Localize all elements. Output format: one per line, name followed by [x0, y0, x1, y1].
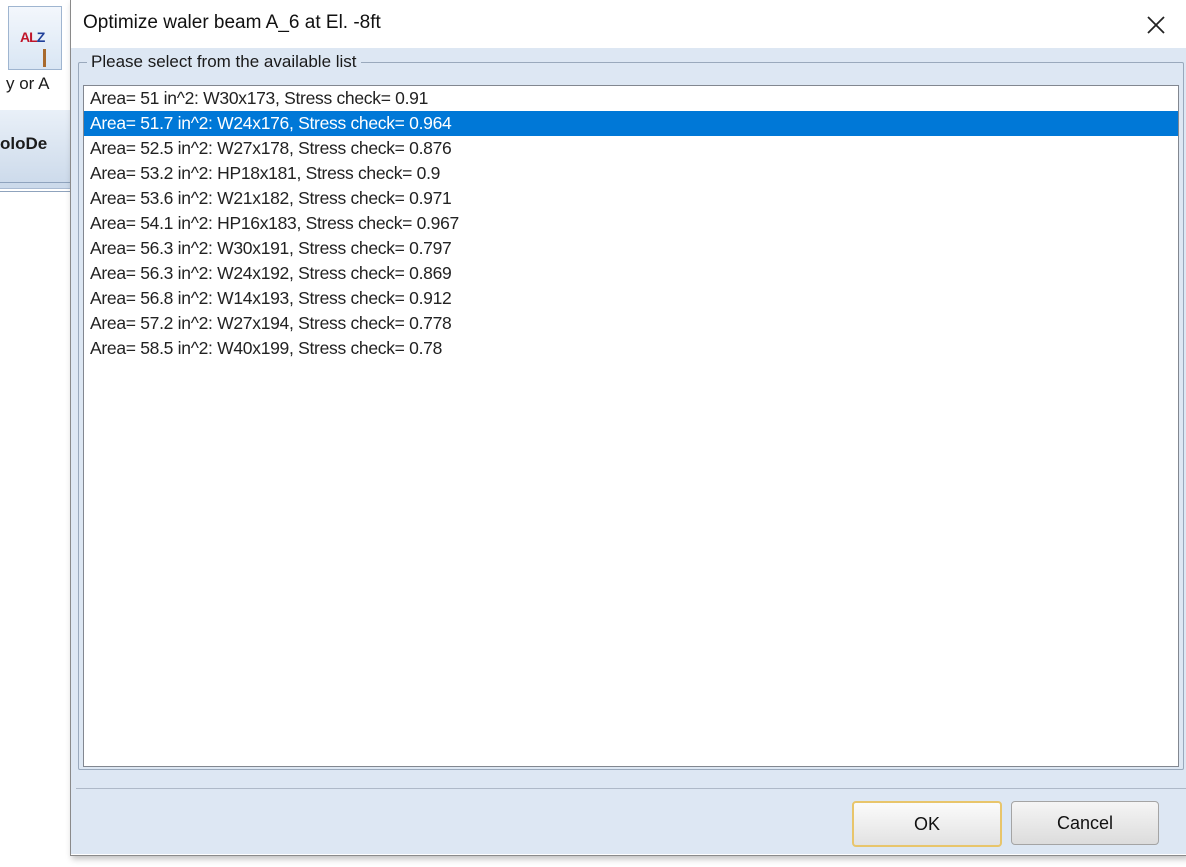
- list-item[interactable]: Area= 54.1 in^2: HP16x183, Stress check=…: [84, 211, 1178, 236]
- dialog-client-area: Please select from the available list Ar…: [71, 48, 1186, 854]
- footer-divider: [76, 788, 1186, 789]
- list-item[interactable]: Area= 53.2 in^2: HP18x181, Stress check=…: [84, 161, 1178, 186]
- list-item[interactable]: Area= 56.8 in^2: W14x193, Stress check= …: [84, 286, 1178, 311]
- optimize-dialog: Optimize waler beam A_6 at El. -8ft Plea…: [70, 0, 1186, 856]
- background-app: ALZ y or A oloDe: [0, 0, 76, 200]
- background-ribbon-label: oloDe: [0, 134, 48, 153]
- list-item[interactable]: Area= 53.6 in^2: W21x182, Stress check= …: [84, 186, 1178, 211]
- list-item[interactable]: Area= 58.5 in^2: W40x199, Stress check= …: [84, 336, 1178, 361]
- ok-button[interactable]: OK: [852, 801, 1002, 847]
- list-item-selected[interactable]: Area= 51.7 in^2: W24x176, Stress check= …: [84, 111, 1178, 136]
- groupbox-label: Please select from the available list: [87, 52, 361, 72]
- dialog-titlebar[interactable]: Optimize waler beam A_6 at El. -8ft: [71, 0, 1186, 48]
- list-item[interactable]: Area= 56.3 in^2: W30x191, Stress check= …: [84, 236, 1178, 261]
- selection-groupbox: Please select from the available list Ar…: [78, 52, 1184, 770]
- background-label: y or A: [6, 74, 50, 93]
- list-item[interactable]: Area= 52.5 in^2: W27x178, Stress check= …: [84, 136, 1178, 161]
- list-item[interactable]: Area= 56.3 in^2: W24x192, Stress check= …: [84, 261, 1178, 286]
- close-button[interactable]: [1141, 10, 1171, 40]
- app-logo-icon: ALZ: [20, 29, 45, 45]
- app-logo-button[interactable]: ALZ: [8, 6, 62, 70]
- close-icon: [1147, 16, 1165, 34]
- list-item[interactable]: Area= 51 in^2: W30x173, Stress check= 0.…: [84, 86, 1178, 111]
- section-listbox[interactable]: Area= 51 in^2: W30x173, Stress check= 0.…: [83, 85, 1179, 767]
- background-divider: [0, 182, 72, 192]
- cancel-button[interactable]: Cancel: [1011, 801, 1159, 845]
- list-item[interactable]: Area= 57.2 in^2: W27x194, Stress check= …: [84, 311, 1178, 336]
- screen: ALZ y or A oloDe Optimize waler beam A_6…: [0, 0, 1186, 867]
- logo-stem: [43, 49, 46, 67]
- dialog-title: Optimize waler beam A_6 at El. -8ft: [83, 12, 381, 33]
